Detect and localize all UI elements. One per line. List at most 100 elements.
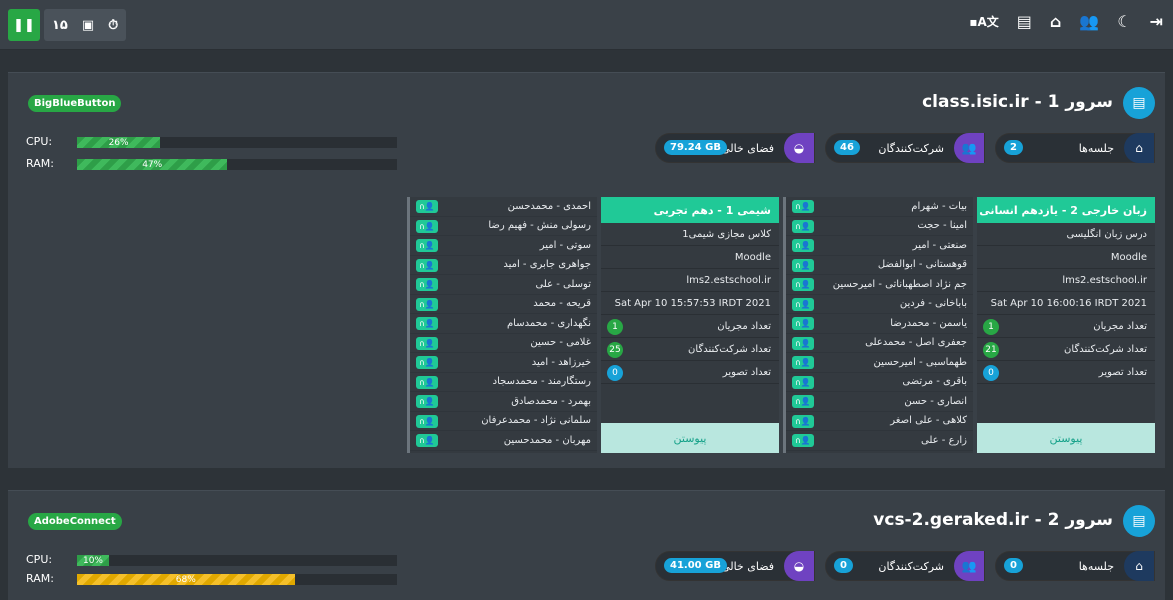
- user-row: ∩👤 نگهداری - محمدسام: [410, 314, 597, 334]
- cpu-meter: CPU: 26%: [26, 135, 397, 149]
- user-name: قریحه - محمد: [533, 298, 591, 310]
- top-navbar: ❚❚ ۱۵ ▣ ⏱ ▪︎A文 ▤ ⌂ 👥 ☾ ⇥: [0, 0, 1173, 50]
- user-row: ∩👤 باباخانی - فردین: [786, 295, 973, 314]
- room-host: lms2.estschool.ir: [601, 269, 779, 292]
- server-title: class.isic.ir - سرور 1: [922, 92, 1113, 112]
- server-card: AdobeConnect ▤ vcs-2.geraked.ir - سرور 2…: [8, 490, 1165, 600]
- store-icon: ⌂: [1124, 551, 1154, 581]
- user-status-icon: ∩👤: [416, 200, 438, 213]
- user-row: ∩👤 احمدی - محمدحسن: [410, 197, 597, 217]
- user-name: صنعتی - امیر: [912, 239, 967, 251]
- user-row: ∩👤 قوهستانی - ابوالفضل: [786, 256, 973, 275]
- user-row: ∩👤 جم نژاد اصطهباناتی - امیرحسین: [786, 275, 973, 295]
- room-platform: Moodle: [977, 246, 1155, 269]
- user-name: جعفری اصل - محمدعلی: [865, 337, 967, 349]
- user-name: کلاهی - علی اصغر: [890, 415, 967, 427]
- room-name: کلاس مجازی شیمی1: [601, 223, 779, 246]
- user-name: انصاری - حسن: [904, 395, 967, 407]
- join-button[interactable]: پیوستن: [601, 423, 779, 453]
- user-status-icon: ∩👤: [792, 219, 814, 233]
- ram-meter: RAM: 68%: [26, 572, 397, 586]
- document-icon[interactable]: ▤: [1017, 12, 1032, 31]
- language-icon[interactable]: ▪︎A文: [969, 13, 998, 30]
- user-name: باقری - مرتضی: [902, 376, 967, 388]
- logout-icon[interactable]: ⇥: [1150, 12, 1163, 31]
- user-status-icon: ∩👤: [792, 297, 814, 311]
- user-status-icon: ∩👤: [416, 356, 438, 369]
- user-status-icon: ∩👤: [792, 356, 814, 369]
- room-users-list: ∩👤 احمدی - محمدحسن ∩👤 رسولی منش - فهیم رضا ∩…: [407, 197, 597, 453]
- user-row: ∩👤 بیات - شهرام: [786, 197, 973, 217]
- user-status-icon: ∩👤: [792, 239, 814, 252]
- server-type-badge: AdobeConnect: [28, 513, 122, 530]
- users-icon[interactable]: 👥: [1079, 12, 1099, 31]
- user-status-icon: ∩👤: [792, 414, 814, 428]
- stat-sessions: ⌂ جلسه‌ها 2: [995, 133, 1155, 163]
- user-row: ∩👤 صنعتی - امیر: [786, 236, 973, 256]
- user-name: نگهداری - محمدسام: [506, 317, 591, 329]
- user-row: ∩👤 باقری - مرتضی: [786, 373, 973, 392]
- server-icon: ▤: [1123, 87, 1155, 119]
- timer-icon[interactable]: ⏱: [108, 18, 118, 33]
- stat-sessions: ⌂ جلسه‌ها 0: [995, 551, 1155, 581]
- disk-icon: ◒: [784, 551, 814, 581]
- room-platform: Moodle: [601, 246, 779, 269]
- user-status-icon: ∩👤: [792, 434, 814, 447]
- user-status-icon: ∩👤: [416, 258, 438, 272]
- user-status-icon: ∩👤: [416, 219, 438, 233]
- user-status-icon: ∩👤: [792, 278, 814, 291]
- room-date: Sat Apr 10 15:57:53 IRDT 2021: [601, 292, 779, 315]
- join-button[interactable]: پیوستن: [977, 423, 1155, 453]
- user-status-icon: ∩👤: [416, 434, 438, 447]
- user-name: جواهری جابری - امید: [503, 259, 591, 271]
- users-icon: 👥: [954, 133, 984, 163]
- stat-disk: ◒ فضای خالی 79.24 GB: [655, 133, 815, 163]
- user-status-icon: ∩👤: [792, 258, 814, 272]
- user-name: بهمرد - محمدصادق: [511, 395, 591, 407]
- user-name: غلامی - حسین: [530, 337, 591, 349]
- user-status-icon: ∩👤: [416, 395, 438, 408]
- user-name: جم نژاد اصطهباناتی - امیرحسین: [832, 278, 967, 290]
- room-host: lms2.estschool.ir: [977, 269, 1155, 292]
- user-status-icon: ∩👤: [792, 336, 814, 350]
- user-status-icon: ∩👤: [416, 336, 438, 350]
- pause-button[interactable]: ❚❚: [8, 9, 40, 41]
- user-name: احمدی - محمدحسن: [507, 200, 591, 212]
- user-row: ∩👤 رستگارمند - محمدسجاد: [410, 373, 597, 392]
- rooms-area: زبان خارجی 2 - یازدهم انسانی درس زبان ان…: [407, 197, 1155, 453]
- room-card: زبان خارجی 2 - یازدهم انسانی درس زبان ان…: [977, 197, 1155, 453]
- user-name: باباخانی - فردین: [899, 298, 967, 310]
- counter-group: ۱۵ ▣ ⏱: [44, 9, 127, 41]
- cpu-label: CPU:: [26, 135, 53, 148]
- user-name: خیرزاهد - امید: [531, 356, 591, 368]
- users-icon: 👥: [954, 551, 984, 581]
- user-name: مهربان - محمدحسین: [503, 434, 591, 446]
- room-moderators: 1 تعداد مجریان: [601, 315, 779, 338]
- store-icon[interactable]: ⌂: [1050, 12, 1061, 31]
- ram-value: 68%: [175, 574, 196, 585]
- user-status-icon: ∩👤: [416, 375, 438, 389]
- user-status-icon: ∩👤: [416, 278, 438, 291]
- user-row: ∩👤 زارع - علی: [786, 431, 973, 451]
- room-title: شیمی 1 - دهم تجربی: [601, 197, 779, 223]
- user-name: زارع - علی: [921, 434, 967, 446]
- user-status-icon: ∩👤: [416, 239, 438, 252]
- user-status-icon: ∩👤: [416, 297, 438, 311]
- calendar-icon[interactable]: ▣: [82, 18, 94, 33]
- room-videos: 0 تعداد تصویر: [601, 361, 779, 384]
- user-row: ∩👤 انصاری - حسن: [786, 392, 973, 412]
- user-row: ∩👤 قریحه - محمد: [410, 295, 597, 314]
- stat-participants: 👥 شرکت‌کنندگان 0: [825, 551, 985, 581]
- user-row: ∩👤 خیرزاهد - امید: [410, 353, 597, 373]
- user-row: ∩👤 امینا - حجت: [786, 217, 973, 236]
- user-row: ∩👤 رسولی منش - فهیم رضا: [410, 217, 597, 236]
- server-type-badge: BigBlueButton: [28, 95, 122, 112]
- server-card: BigBlueButton ▤ class.isic.ir - سرور 1 C…: [8, 72, 1165, 468]
- user-row: ∩👤 غلامی - حسین: [410, 334, 597, 353]
- user-row: ∩👤 توسلی - علی: [410, 275, 597, 295]
- cpu-value: 10%: [82, 555, 103, 566]
- user-name: قوهستانی - ابوالفضل: [877, 259, 967, 271]
- moon-icon[interactable]: ☾: [1117, 12, 1131, 31]
- user-name: توسلی - علی: [535, 278, 591, 290]
- ram-label: RAM:: [26, 157, 54, 170]
